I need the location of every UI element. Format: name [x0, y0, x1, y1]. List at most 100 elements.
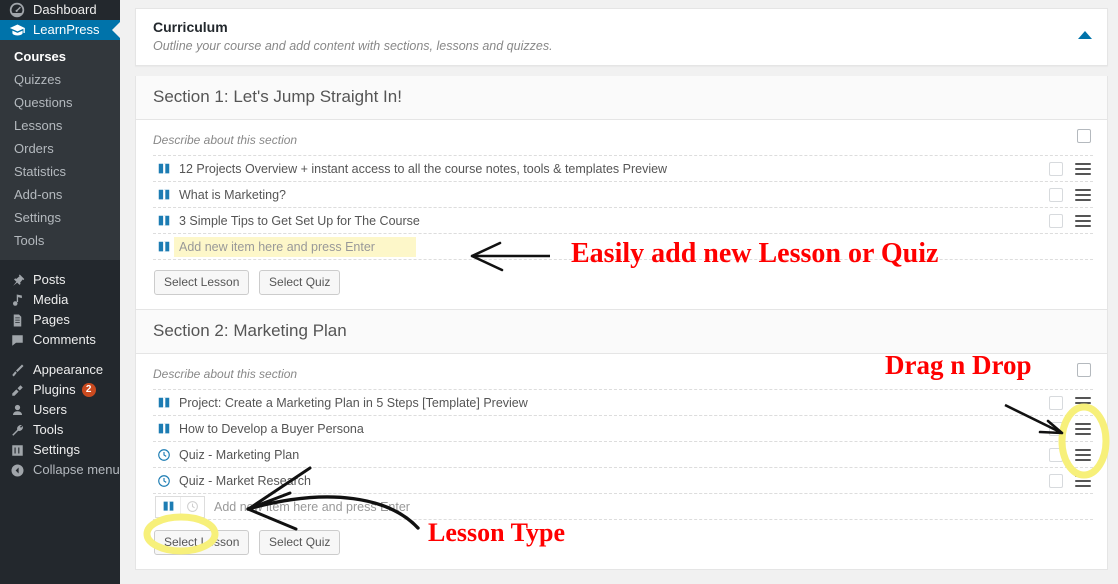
sidebar-item-learnpress[interactable]: LearnPress: [0, 20, 120, 40]
sidebar-item-media[interactable]: Media: [0, 290, 120, 310]
sidebar-item-collapse-menu[interactable]: Collapse menu: [0, 460, 120, 480]
curriculum-item-row[interactable]: Quiz - Market Research: [153, 467, 1093, 494]
page-title: Curriculum: [153, 19, 228, 35]
book-icon: [154, 422, 174, 436]
learnpress-submenu: Courses Quizzes Questions Lessons Orders…: [0, 40, 120, 260]
book-icon: [154, 162, 174, 176]
sidebar-subitem-tools[interactable]: Tools: [0, 229, 120, 252]
sidebar-item-plugins[interactable]: Plugins 2: [0, 380, 120, 400]
section-2-description[interactable]: Describe about this section: [153, 363, 1093, 390]
sidebar-item-pages[interactable]: Pages: [0, 310, 120, 330]
section-title: Section 2: Marketing Plan: [153, 321, 347, 340]
item-select-checkbox[interactable]: [1049, 161, 1063, 176]
lesson-type-book-icon[interactable]: [156, 496, 180, 517]
sidebar-subitem-statistics[interactable]: Statistics: [0, 160, 120, 183]
drag-handle-icon[interactable]: [1075, 448, 1091, 461]
section-1-header[interactable]: Section 1: Let's Jump Straight In!: [136, 76, 1107, 120]
curriculum-item-title: 12 Projects Overview + instant access to…: [179, 161, 668, 176]
item-select-checkbox[interactable]: [1049, 213, 1063, 228]
curriculum-item-row[interactable]: Project: Create a Marketing Plan in 5 St…: [153, 389, 1093, 416]
sidebar-subitem-questions[interactable]: Questions: [0, 91, 120, 114]
sidebar-item-label: Settings: [33, 442, 80, 457]
sidebar-item-label: LearnPress: [33, 22, 100, 37]
drag-handle-icon[interactable]: [1075, 188, 1091, 201]
curriculum-new-item-row[interactable]: Add new item here and press Enter: [153, 493, 1093, 520]
sidebar-item-comments[interactable]: Comments: [0, 330, 120, 350]
sidebar-item-label: Tools: [33, 422, 64, 437]
sidebar-subitem-orders[interactable]: Orders: [0, 137, 120, 160]
sidebar-item-appearance[interactable]: Appearance: [0, 360, 120, 380]
section-2-buttons: Select Lesson Select Quiz: [153, 520, 1093, 559]
curriculum-item-row[interactable]: What is Marketing?: [153, 181, 1093, 208]
triangle-up-icon[interactable]: [1078, 31, 1092, 39]
row-controls: [1049, 416, 1091, 441]
book-icon: [154, 214, 174, 228]
page-subtitle: Outline your course and add content with…: [153, 39, 553, 53]
select-lesson-button[interactable]: Select Lesson: [154, 530, 250, 555]
collapse-menu-label: Collapse menu: [33, 462, 120, 477]
section-2-body: Describe about this section Project: Cre…: [136, 354, 1107, 569]
curriculum-item-row[interactable]: Quiz - Marketing Plan: [153, 441, 1093, 468]
drag-handle-icon[interactable]: [1075, 422, 1091, 435]
drag-handle-icon[interactable]: [1075, 396, 1091, 409]
curriculum-item-title: What is Marketing?: [179, 187, 286, 202]
sidebar-item-posts[interactable]: Posts: [0, 270, 120, 290]
item-select-checkbox[interactable]: [1049, 421, 1063, 436]
new-item-input[interactable]: Add new item here and press Enter: [205, 500, 1093, 514]
row-controls: [1049, 208, 1091, 233]
book-icon: [154, 188, 174, 202]
drag-handle-icon[interactable]: [1075, 474, 1091, 487]
section-description-placeholder: Describe about this section: [153, 133, 298, 147]
screenshot-root: Dashboard LearnPress Courses Quizzes Que…: [0, 0, 1118, 584]
curriculum-item-title: Quiz - Market Research: [179, 473, 311, 488]
select-lesson-button[interactable]: Select Lesson: [154, 270, 250, 295]
row-controls: [1049, 182, 1091, 207]
drag-handle-icon[interactable]: [1075, 162, 1091, 175]
section-1-buttons: Select Lesson Select Quiz: [153, 260, 1093, 299]
section-2-header[interactable]: Section 2: Marketing Plan: [136, 310, 1107, 354]
curriculum-item-title: How to Develop a Buyer Persona: [179, 421, 364, 436]
sidebar-subitem-settings[interactable]: Settings: [0, 206, 120, 229]
clock-icon: [154, 448, 174, 462]
curriculum-item-row[interactable]: 3 Simple Tips to Get Set Up for The Cour…: [153, 207, 1093, 234]
section-select-checkbox[interactable]: [1077, 129, 1091, 143]
drag-handle-icon[interactable]: [1075, 214, 1091, 227]
section-select-checkbox[interactable]: [1077, 363, 1091, 377]
sidebar-item-label: Comments: [33, 332, 96, 347]
curriculum-item-title: 3 Simple Tips to Get Set Up for The Cour…: [179, 213, 420, 228]
quiz-type-clock-icon[interactable]: [180, 496, 204, 517]
sidebar-subitem-lessons[interactable]: Lessons: [0, 114, 120, 137]
section-1-description[interactable]: Describe about this section: [153, 129, 1093, 156]
sidebar-subitem-courses[interactable]: Courses: [0, 45, 120, 68]
sidebar-item-settings[interactable]: Settings: [0, 440, 120, 460]
sidebar-item-users[interactable]: Users: [0, 400, 120, 420]
sidebar-item-label: Plugins: [33, 382, 76, 397]
section-1: Section 1: Let's Jump Straight In! Descr…: [135, 76, 1108, 310]
curriculum-item-row[interactable]: 12 Projects Overview + instant access to…: [153, 155, 1093, 182]
clock-icon: [154, 474, 174, 488]
book-icon: [154, 240, 174, 254]
new-item-input[interactable]: Add new item here and press Enter: [174, 236, 416, 257]
sidebar-item-dashboard[interactable]: Dashboard: [0, 0, 120, 20]
pin-icon: [8, 271, 26, 289]
sidebar-subitem-addons[interactable]: Add-ons: [0, 183, 120, 206]
section-1-body: Describe about this section 12 Projects …: [136, 120, 1107, 309]
row-controls: [1049, 442, 1091, 467]
sidebar-subitem-quizzes[interactable]: Quizzes: [0, 68, 120, 91]
item-select-checkbox[interactable]: [1049, 447, 1063, 462]
sidebar-divider-1: [0, 260, 120, 270]
comment-icon: [8, 331, 26, 349]
row-controls: [1049, 156, 1091, 181]
select-quiz-button[interactable]: Select Quiz: [259, 270, 341, 295]
curriculum-item-row[interactable]: How to Develop a Buyer Persona: [153, 415, 1093, 442]
main-content: Curriculum Outline your course and add c…: [120, 0, 1118, 584]
sidebar-item-label: Dashboard: [33, 2, 97, 17]
select-quiz-button[interactable]: Select Quiz: [259, 530, 341, 555]
sidebar-item-tools[interactable]: Tools: [0, 420, 120, 440]
item-select-checkbox[interactable]: [1049, 473, 1063, 488]
item-type-toggle[interactable]: [155, 495, 205, 518]
collapse-arrow-icon: [8, 461, 26, 479]
item-select-checkbox[interactable]: [1049, 187, 1063, 202]
item-select-checkbox[interactable]: [1049, 395, 1063, 410]
curriculum-new-item-row[interactable]: Add new item here and press Enter: [153, 233, 1093, 260]
